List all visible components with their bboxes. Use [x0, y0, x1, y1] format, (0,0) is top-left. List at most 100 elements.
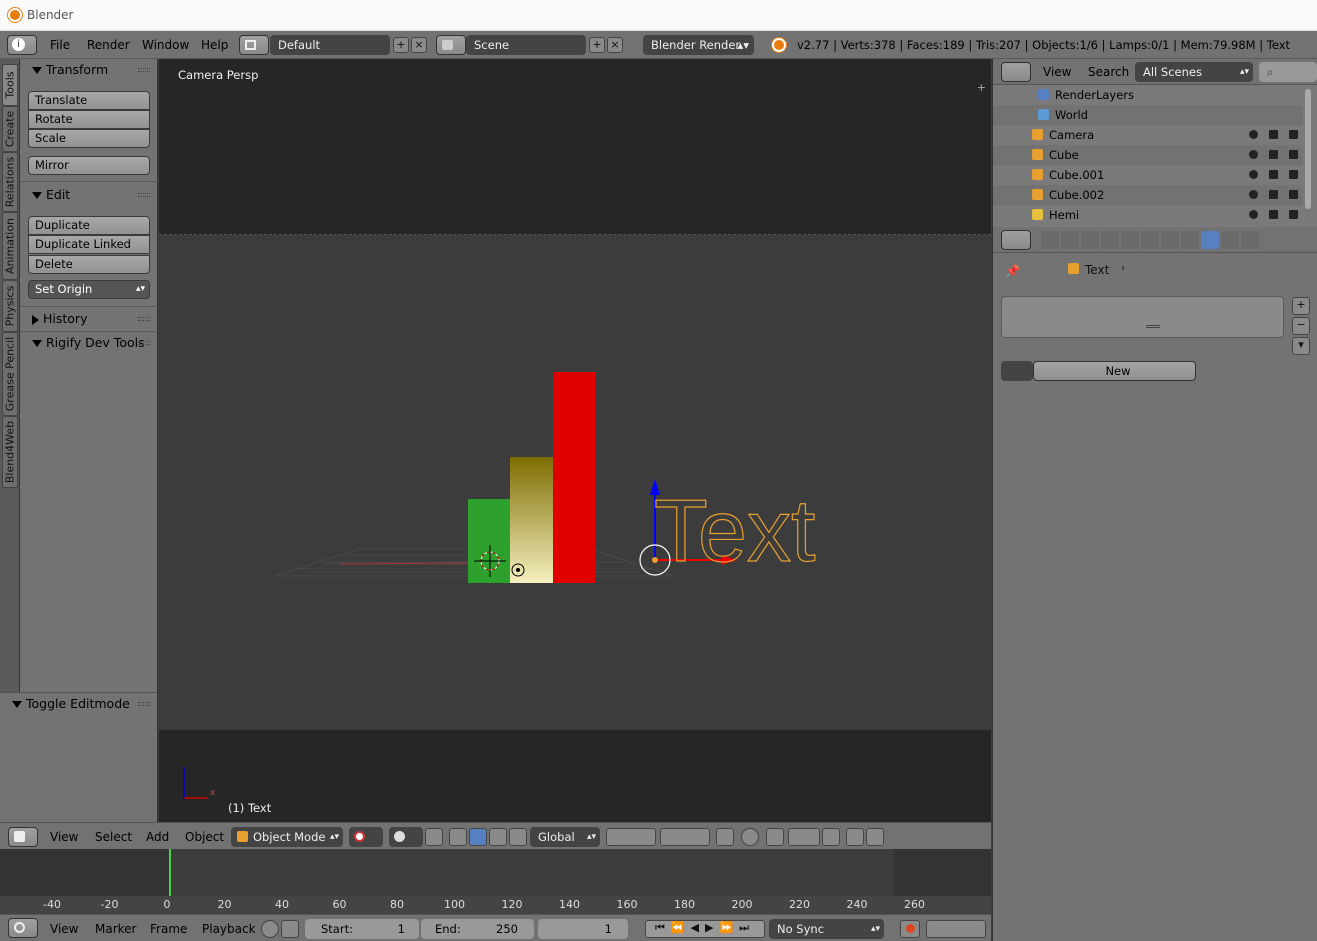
- lock-icon[interactable]: [281, 920, 299, 938]
- layers-a-icon[interactable]: [606, 828, 656, 846]
- outliner-scrollbar[interactable]: [1305, 89, 1311, 209]
- editor-type-info-icon[interactable]: i: [7, 35, 37, 55]
- opengl-render-icon[interactable]: [846, 828, 864, 846]
- start-frame-field[interactable]: Start: 1: [305, 919, 419, 939]
- outliner-item[interactable]: World: [993, 105, 1303, 125]
- shading-select[interactable]: [349, 827, 383, 847]
- 3d-viewport[interactable]: Camera Persp (1) Text + Text x: [159, 59, 991, 822]
- tab-animation[interactable]: Animation: [2, 212, 18, 280]
- timeline-ruler[interactable]: [0, 896, 991, 914]
- menu-object[interactable]: Object: [185, 830, 224, 844]
- cursor-icon[interactable]: [1269, 210, 1278, 219]
- tab-relations[interactable]: Relations: [2, 152, 18, 212]
- menu-help[interactable]: Help: [201, 38, 228, 52]
- material-tab-icon[interactable]: [1201, 231, 1219, 249]
- render-layers-tab-icon[interactable]: [1061, 231, 1079, 249]
- outliner-filter-select[interactable]: All Scenes ▴▾: [1135, 62, 1253, 82]
- layer-lock-icon[interactable]: [716, 828, 734, 846]
- camera-icon[interactable]: [1289, 130, 1298, 139]
- menu-marker[interactable]: Marker: [95, 922, 136, 936]
- scale-manipulator-icon[interactable]: [489, 828, 507, 846]
- font-tab-icon[interactable]: [1181, 231, 1199, 249]
- duplicate-button[interactable]: Duplicate: [28, 216, 150, 235]
- translate-manipulator-icon[interactable]: [449, 828, 467, 846]
- editor-type-timeline-icon[interactable]: [8, 918, 38, 938]
- outliner-item[interactable]: Cube.002: [993, 185, 1303, 205]
- outliner-menu-view[interactable]: View: [1043, 65, 1071, 79]
- snap-icon[interactable]: [766, 828, 784, 846]
- slot-menu-icon[interactable]: ▾: [1292, 337, 1310, 355]
- camera-icon[interactable]: [1289, 210, 1298, 219]
- pivot-select[interactable]: [389, 827, 423, 847]
- timeline[interactable]: -40 -20 0 20 40 60 80 100 120 140 160 180 200 220 240 2…: [0, 849, 991, 914]
- menu-frame[interactable]: Frame: [150, 922, 187, 936]
- eye-icon[interactable]: [1249, 130, 1258, 139]
- cursor-icon[interactable]: [1269, 190, 1278, 199]
- mirror-button[interactable]: Mirror: [28, 156, 150, 175]
- scene-icon[interactable]: [436, 35, 466, 55]
- menu-view[interactable]: View: [50, 830, 78, 844]
- cursor-icon[interactable]: [1269, 170, 1278, 179]
- current-frame-cursor[interactable]: [169, 849, 171, 896]
- snap-target-icon[interactable]: [822, 828, 840, 846]
- cursor-icon[interactable]: [1269, 150, 1278, 159]
- menu-file[interactable]: File: [50, 38, 70, 52]
- screen-layout-field[interactable]: Default: [270, 35, 390, 55]
- red-bar[interactable]: [553, 372, 595, 583]
- tab-create[interactable]: Create: [2, 106, 18, 152]
- remove-slot-icon[interactable]: −: [1292, 317, 1310, 335]
- combined-manipulator-icon[interactable]: [509, 828, 527, 846]
- eye-icon[interactable]: [1249, 210, 1258, 219]
- delete-button[interactable]: Delete: [28, 255, 150, 274]
- proportional-edit-icon[interactable]: [741, 828, 759, 846]
- menu-render[interactable]: Render: [87, 38, 130, 52]
- menu-window[interactable]: Window: [142, 38, 189, 52]
- translate-button[interactable]: Translate: [28, 91, 150, 110]
- toggle-editmode-header[interactable]: Toggle Editmode: [0, 693, 158, 715]
- eye-icon[interactable]: [1249, 190, 1258, 199]
- set-origin-select[interactable]: Set Origin ▴▾: [28, 280, 150, 299]
- editor-type-outliner-icon[interactable]: [1001, 62, 1031, 82]
- remove-layout-icon[interactable]: ×: [411, 37, 427, 53]
- sync-mode-select[interactable]: No Sync ▴▾: [769, 919, 884, 939]
- camera-icon[interactable]: [1289, 170, 1298, 179]
- playback-controls[interactable]: ⏮⏪◀▶⏩⏭: [645, 920, 765, 938]
- panel-transform-header[interactable]: Transform: [20, 59, 158, 81]
- outliner-item[interactable]: Camera: [993, 125, 1303, 145]
- texture-tab-icon[interactable]: [1221, 231, 1239, 249]
- pin-icon[interactable]: 📌: [1005, 264, 1020, 278]
- tab-grease-pencil[interactable]: Grease Pencil: [2, 332, 18, 416]
- drag-grip-icon[interactable]: [138, 68, 150, 72]
- scene-tab-icon[interactable]: [1081, 231, 1099, 249]
- drag-grip-icon[interactable]: [138, 702, 150, 706]
- outliner-search-input[interactable]: ⌕: [1259, 62, 1317, 82]
- add-slot-icon[interactable]: +: [1292, 297, 1310, 315]
- scene-field[interactable]: Scene: [466, 35, 586, 55]
- end-frame-field[interactable]: End: 250: [421, 919, 534, 939]
- tab-blend4web[interactable]: Blend4Web: [2, 416, 18, 488]
- preview-range-icon[interactable]: [261, 920, 279, 938]
- render-tab-icon[interactable]: [1041, 231, 1059, 249]
- remove-scene-icon[interactable]: ×: [607, 37, 623, 53]
- object-tab-icon[interactable]: [1121, 231, 1139, 249]
- outliner-item[interactable]: Cube: [993, 145, 1303, 165]
- editor-type-3dview-icon[interactable]: [8, 827, 38, 847]
- rotate-manipulator-icon[interactable]: [469, 828, 487, 846]
- list-resize-grip-icon[interactable]: [1146, 325, 1160, 328]
- physics-tab-icon[interactable]: [1241, 231, 1259, 249]
- snap-element-icon[interactable]: [788, 828, 820, 846]
- rotate-button[interactable]: Rotate: [28, 110, 150, 129]
- scale-button[interactable]: Scale: [28, 129, 150, 148]
- drag-grip-icon[interactable]: [138, 317, 150, 321]
- keying-set-icon[interactable]: [926, 920, 986, 938]
- camera-icon[interactable]: [1289, 150, 1298, 159]
- panel-edit-header[interactable]: Edit: [20, 184, 158, 206]
- tab-tools[interactable]: Tools: [2, 64, 18, 106]
- orientation-select[interactable]: Global ▴▾: [530, 827, 600, 847]
- menu-add[interactable]: Add: [146, 830, 169, 844]
- new-material-button[interactable]: New: [1033, 361, 1196, 381]
- drag-grip-icon[interactable]: [138, 193, 150, 197]
- record-icon[interactable]: [900, 920, 920, 938]
- editor-type-properties-icon[interactable]: [1001, 230, 1031, 250]
- material-browse-icon[interactable]: [1001, 361, 1033, 381]
